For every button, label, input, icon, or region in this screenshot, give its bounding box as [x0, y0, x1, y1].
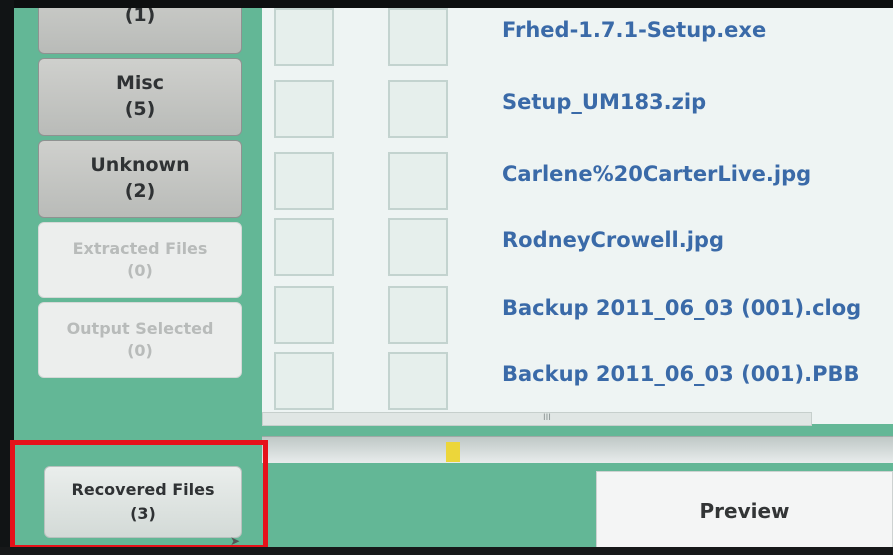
category-button-unknown[interactable]: Unknown (2)	[38, 140, 242, 218]
file-name: Setup_UM183.zip	[502, 90, 707, 114]
category-count: (1)	[124, 8, 156, 27]
category-button-misc[interactable]: Misc (5)	[38, 58, 242, 136]
preview-button[interactable]: Preview	[596, 471, 893, 547]
category-label: Unknown	[90, 154, 190, 177]
category-label: Output Selected	[66, 319, 214, 339]
category-count: (0)	[127, 341, 153, 360]
file-checkbox[interactable]	[274, 80, 334, 138]
file-row[interactable]: RodneyCrowell.jpg	[262, 214, 893, 280]
file-thumbnail	[388, 218, 448, 276]
file-row[interactable]: Backup 2011_06_03 (001).clog	[262, 282, 893, 348]
category-count: (0)	[127, 261, 153, 280]
scrollbar-thumb-grip[interactable]: III	[543, 413, 551, 423]
category-button-output-selected[interactable]: Output Selected (0)	[38, 302, 242, 378]
highlight-annotation	[10, 440, 268, 550]
file-row[interactable]: Backup 2011_06_03 (001).PBB	[262, 348, 893, 414]
file-thumbnail	[388, 286, 448, 344]
category-count: (2)	[124, 180, 156, 202]
category-button-extracted-files[interactable]: Extracted Files (0)	[38, 222, 242, 298]
pane-splitter[interactable]	[262, 436, 893, 463]
file-thumbnail	[388, 152, 448, 210]
monitor-bezel-bottom	[0, 547, 893, 555]
file-checkbox[interactable]	[274, 352, 334, 410]
category-button-first[interactable]: (1)	[38, 8, 242, 54]
file-row[interactable]: Carlene%20CarterLive.jpg	[262, 148, 893, 214]
file-checkbox[interactable]	[274, 286, 334, 344]
file-list: Frhed-1.7.1-Setup.exe Setup_UM183.zip Ca…	[262, 8, 893, 426]
file-name: RodneyCrowell.jpg	[502, 228, 724, 252]
file-row[interactable]: Frhed-1.7.1-Setup.exe	[262, 8, 893, 70]
file-thumbnail	[388, 8, 448, 66]
file-name: Frhed-1.7.1-Setup.exe	[502, 18, 767, 42]
file-checkbox[interactable]	[274, 8, 334, 66]
file-name: Carlene%20CarterLive.jpg	[502, 162, 812, 186]
splitter-marker[interactable]	[446, 442, 460, 462]
category-label: Misc	[116, 72, 164, 95]
category-count: (5)	[124, 98, 156, 120]
file-name: Backup 2011_06_03 (001).clog	[502, 296, 862, 320]
file-thumbnail	[388, 352, 448, 410]
file-checkbox[interactable]	[274, 218, 334, 276]
category-label: Extracted Files	[72, 239, 208, 259]
file-thumbnail	[388, 80, 448, 138]
file-checkbox[interactable]	[274, 152, 334, 210]
horizontal-scrollbar[interactable]: III	[262, 412, 812, 426]
file-name: Backup 2011_06_03 (001).PBB	[502, 362, 860, 386]
file-row[interactable]: Setup_UM183.zip	[262, 76, 893, 142]
preview-label: Preview	[699, 499, 790, 523]
